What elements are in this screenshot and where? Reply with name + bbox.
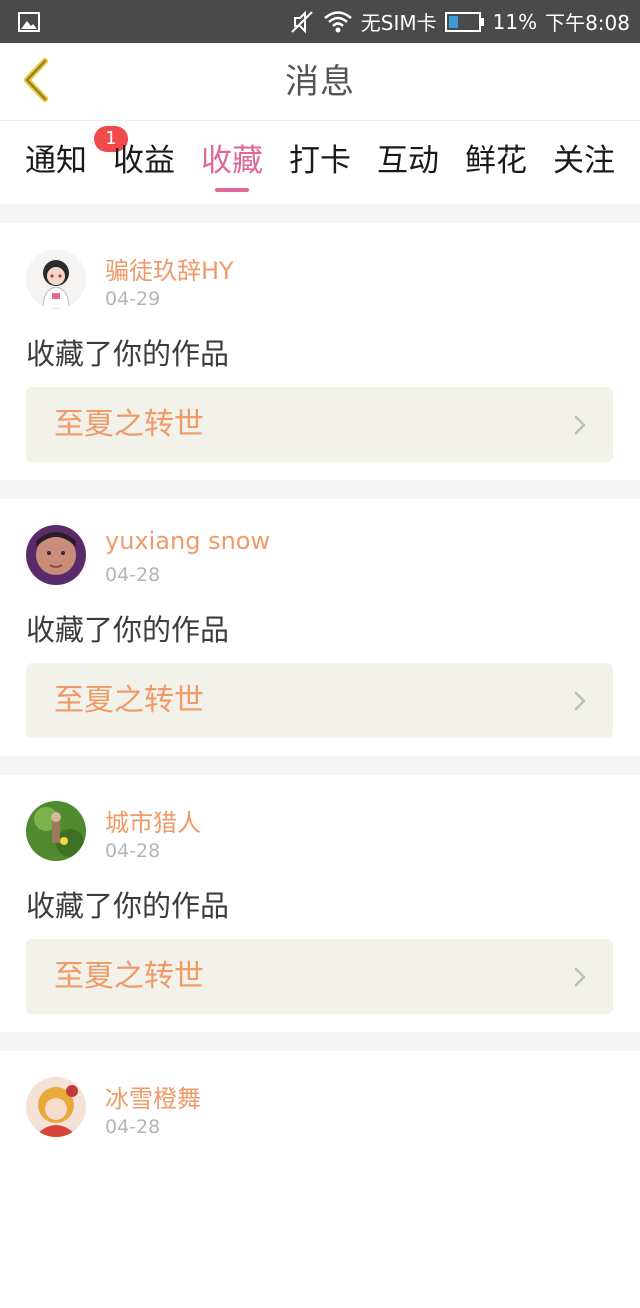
username[interactable]: 城市猎人 [105, 803, 201, 838]
list-item: 城市猎人 04-28 收藏了你的作品 至夏之转世 [0, 775, 640, 1032]
tab-label: 收益 [113, 143, 175, 179]
username[interactable]: yuxiang snow [105, 527, 270, 555]
chevron-right-icon [574, 967, 586, 987]
work-title: 至夏之转世 [54, 407, 204, 442]
tab-label: 互动 [377, 143, 439, 179]
status-bar: 无SIM卡 11% 下午8:08 [0, 0, 640, 43]
page-title: 消息 [285, 62, 355, 102]
list-item: 冰雪橙舞 04-28 [0, 1051, 640, 1308]
work-link[interactable]: 至夏之转世 [26, 663, 613, 738]
avatar[interactable] [26, 1077, 86, 1137]
work-title: 至夏之转世 [54, 683, 204, 718]
mute-icon [289, 9, 315, 35]
header: 消息 [0, 43, 640, 121]
chevron-right-icon [574, 691, 586, 711]
tab-bar: 通知 1 收益 收藏 打卡 互动 鲜花 关注 [0, 121, 640, 204]
tab-flowers[interactable]: 鲜花 [456, 131, 536, 191]
avatar[interactable] [26, 525, 86, 585]
image-icon [18, 11, 40, 32]
tab-label: 收藏 [201, 143, 263, 179]
work-link[interactable]: 至夏之转世 [26, 939, 613, 1014]
tab-earnings[interactable]: 收益 [104, 131, 184, 191]
timestamp: 04-28 [105, 1116, 161, 1138]
timestamp: 04-29 [105, 288, 161, 310]
list-item: yuxiang snow 04-28 收藏了你的作品 至夏之转世 [0, 499, 640, 756]
work-link[interactable]: 至夏之转世 [26, 387, 613, 462]
active-tab-indicator [215, 188, 249, 192]
username[interactable]: 骗徒玖辞HY [105, 251, 234, 286]
timestamp: 04-28 [105, 564, 161, 586]
clock: 下午8:08 [545, 11, 630, 35]
tab-label: 打卡 [289, 143, 351, 179]
battery-icon [444, 11, 485, 33]
action-text: 收藏了你的作品 [26, 889, 230, 923]
timestamp: 04-28 [105, 840, 161, 862]
tab-following[interactable]: 关注 [544, 131, 624, 191]
sim-status: 无SIM卡 [360, 11, 437, 35]
list-item: 骗徒玖辞HY 04-29 收藏了你的作品 至夏之转世 [0, 223, 640, 480]
tab-label: 关注 [553, 143, 615, 179]
battery-level: 11% [492, 9, 538, 34]
avatar[interactable] [26, 801, 86, 861]
tab-label: 通知 [25, 143, 87, 179]
avatar[interactable] [26, 249, 86, 309]
tab-label: 鲜花 [465, 143, 527, 179]
tab-checkin[interactable]: 打卡 [280, 131, 360, 191]
action-text: 收藏了你的作品 [26, 337, 230, 371]
tab-notifications[interactable]: 通知 1 [16, 126, 128, 191]
tab-interaction[interactable]: 互动 [368, 131, 448, 191]
work-title: 至夏之转世 [54, 959, 204, 994]
chevron-right-icon [574, 415, 586, 435]
username[interactable]: 冰雪橙舞 [105, 1079, 201, 1114]
action-text: 收藏了你的作品 [26, 613, 230, 647]
wifi-icon [323, 10, 353, 34]
tab-favorites[interactable]: 收藏 [192, 131, 272, 192]
